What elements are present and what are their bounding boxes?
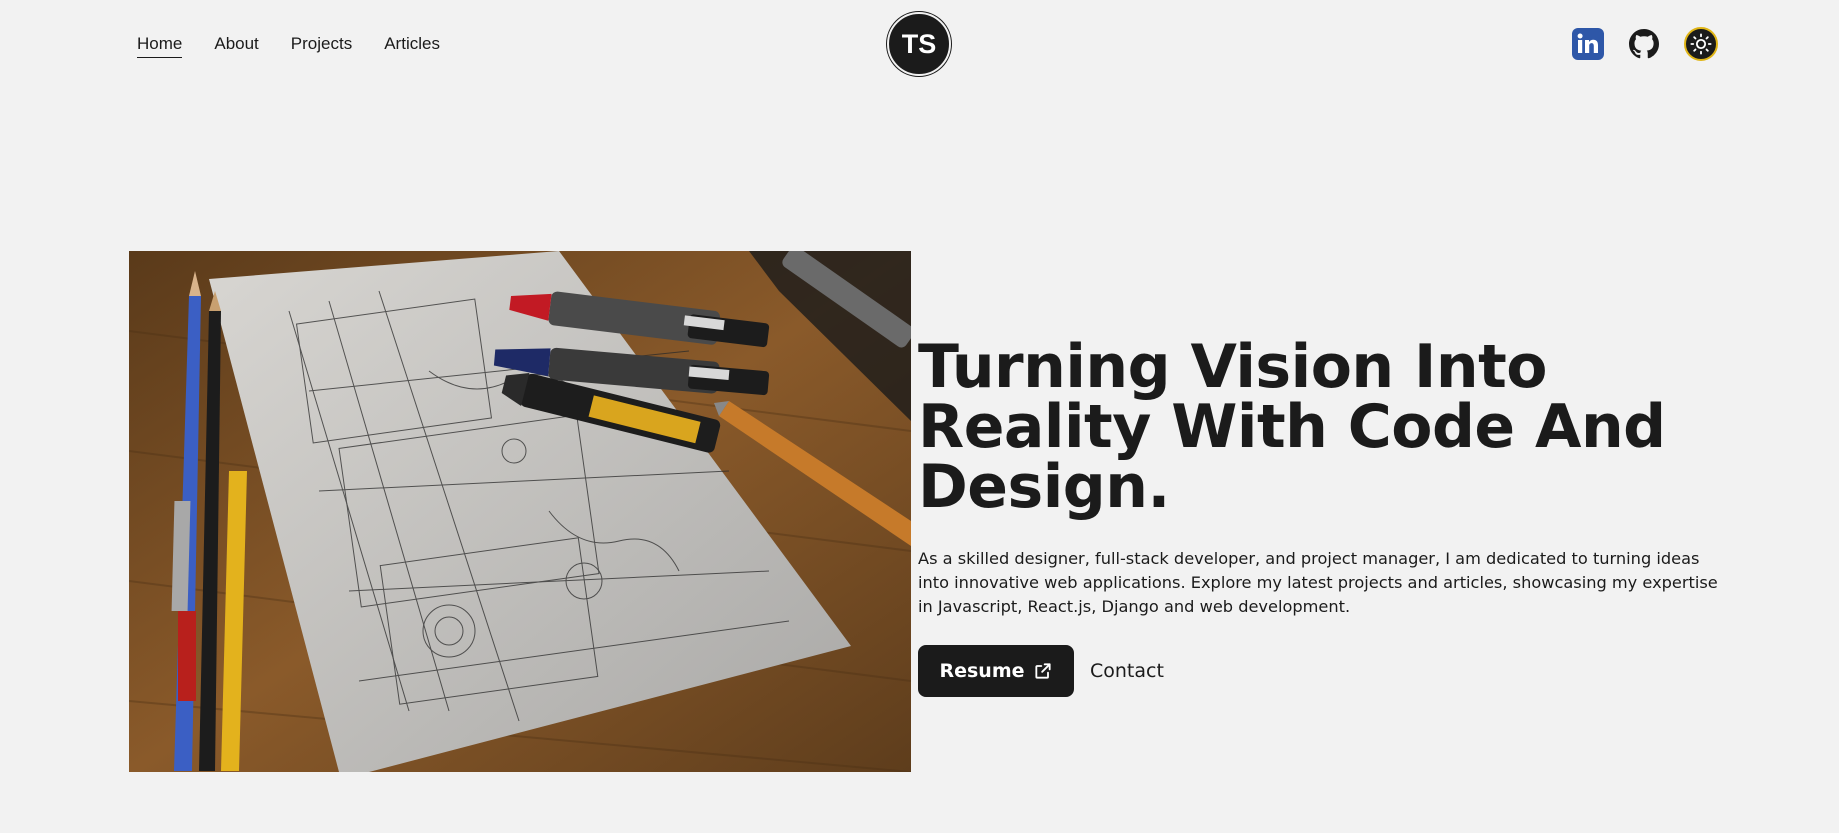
nav-home-link[interactable]: Home	[137, 33, 183, 58]
main-nav: Home About Projects Articles	[137, 33, 440, 58]
nav-articles-link[interactable]: Articles	[384, 33, 440, 55]
external-link-icon	[1034, 663, 1051, 679]
sun-icon	[1690, 33, 1712, 55]
nav-about-link[interactable]: About	[214, 33, 258, 55]
logo-badge[interactable]: TS	[887, 12, 951, 76]
linkedin-icon[interactable]	[1572, 28, 1604, 60]
hero-image	[129, 251, 911, 772]
hero-intro-text: As a skilled designer, full-stack develo…	[918, 549, 1718, 616]
github-icon[interactable]	[1628, 28, 1660, 60]
resume-button-label: Resume	[939, 660, 1025, 682]
hero-content: Turning Vision Into Reality With Code An…	[918, 337, 1718, 697]
headline-line: Turning Vision Into	[918, 332, 1547, 402]
theme-toggle-button[interactable]	[1684, 27, 1718, 61]
site-header: Home About Projects Articles TS	[0, 0, 1839, 90]
resume-button[interactable]: Resume	[918, 645, 1074, 697]
nav-projects-link[interactable]: Projects	[291, 33, 352, 55]
headline-line: Reality With Code And	[918, 392, 1666, 462]
cta-group: Resume Contact	[918, 645, 1718, 697]
social-links	[1572, 27, 1718, 61]
headline-line: Design.	[918, 452, 1170, 522]
drafting-sketch-with-pencils-image	[129, 251, 911, 772]
hero-headline: Turning Vision Into Reality With Code An…	[918, 337, 1718, 517]
contact-link[interactable]: Contact	[1090, 660, 1164, 682]
